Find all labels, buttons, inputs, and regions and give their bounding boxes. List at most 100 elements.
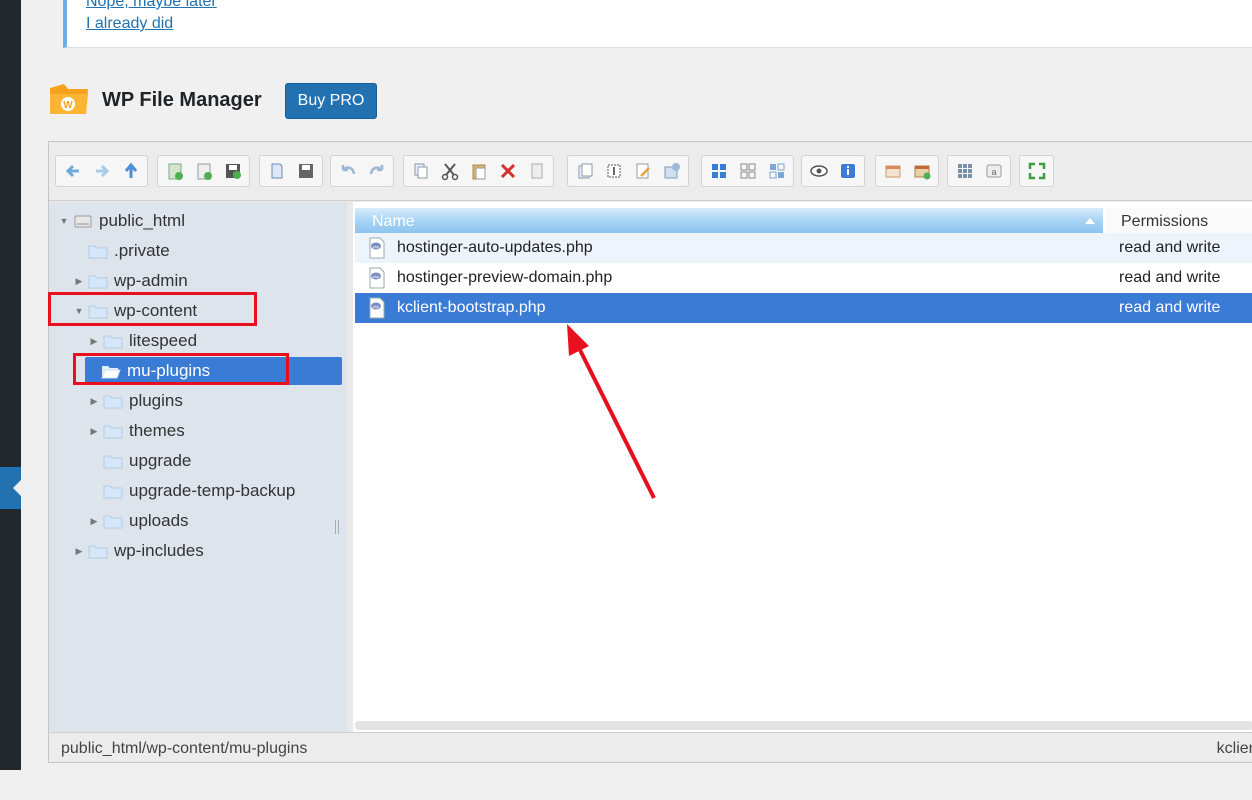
folder-icon (88, 245, 108, 259)
file-row[interactable]: php hostinger-preview-domain.php read an… (355, 263, 1252, 293)
tree-label: wp-admin (114, 271, 188, 290)
forward-icon[interactable] (87, 157, 116, 185)
select-all-icon[interactable] (950, 157, 979, 185)
info-icon[interactable] (833, 157, 862, 185)
tree-node-public-html[interactable]: ▼ public_html (57, 207, 185, 235)
file-permissions: read and write (1119, 239, 1221, 256)
file-permissions: read and write (1119, 269, 1221, 286)
archive-icon[interactable] (907, 157, 936, 185)
file-row-selected[interactable]: php kclient-bootstrap.php read and write (355, 293, 1252, 323)
tree-node-litespeed[interactable]: ▶ litespeed (87, 327, 198, 355)
toolbar-group-archive (875, 155, 939, 187)
toolbar-group-info (801, 155, 865, 187)
folder-icon (88, 545, 108, 559)
expand-arrow-icon[interactable]: ▶ (87, 336, 101, 347)
resize-handle[interactable] (335, 520, 339, 534)
toolbar-group-misc: a (947, 155, 1011, 187)
column-name-label: Name (372, 213, 415, 230)
new-file-icon[interactable] (189, 157, 218, 185)
view-details-icon[interactable] (762, 157, 791, 185)
toolbar-group-fullscreen (1019, 155, 1054, 187)
svg-text:php: php (373, 304, 380, 309)
expand-arrow-icon[interactable]: ▶ (87, 426, 101, 437)
tree-node-themes[interactable]: ▶ themes (87, 417, 185, 445)
column-header-permissions[interactable]: Permissions (1105, 208, 1252, 233)
redo-icon[interactable] (362, 157, 391, 185)
paste-icon[interactable] (464, 157, 493, 185)
folder-icon (103, 455, 123, 469)
toolbar-group-history (330, 155, 394, 187)
open-icon[interactable] (262, 157, 291, 185)
admin-menu-active-item[interactable] (0, 467, 21, 509)
new-folder-icon[interactable] (160, 157, 189, 185)
notice-later-link[interactable]: Nope, maybe later (86, 0, 217, 11)
toolbar-group-clipboard (403, 155, 554, 187)
tree-node-wp-includes[interactable]: ▶ wp-includes (72, 537, 204, 565)
annotation-highlight-mu-plugins (73, 353, 289, 385)
file-name: hostinger-preview-domain.php (397, 269, 613, 286)
view-icons-icon[interactable] (704, 157, 733, 185)
resize-icon[interactable] (657, 157, 686, 185)
help-icon[interactable]: a (979, 157, 1008, 185)
wp-file-manager-logo: W (50, 84, 88, 114)
status-bar: public_html/wp-content/mu-plugins kclien… (49, 732, 1252, 762)
sort-ascending-icon (1085, 218, 1095, 224)
collapse-arrow-icon[interactable]: ▼ (57, 216, 71, 226)
tree-node-plugins[interactable]: ▶ plugins (87, 387, 183, 415)
buy-pro-button[interactable]: Buy PRO (285, 83, 377, 119)
toolbar-group-edit (567, 155, 689, 187)
folder-icon (103, 485, 123, 499)
tree-label: themes (129, 421, 185, 440)
notice-already-did-link[interactable]: I already did (86, 15, 173, 33)
tree-node-upgrade-temp-backup[interactable]: upgrade-temp-backup (87, 477, 295, 505)
back-icon[interactable] (58, 157, 87, 185)
file-row[interactable]: php hostinger-auto-updates.php read and … (355, 233, 1252, 263)
view-list-icon[interactable] (733, 157, 762, 185)
tree-label: upgrade-temp-backup (129, 481, 296, 500)
file-name: hostinger-auto-updates.php (397, 239, 593, 256)
tree-label: litespeed (129, 331, 198, 350)
horizontal-scrollbar[interactable] (355, 721, 1252, 730)
empty-icon[interactable] (522, 157, 551, 185)
annotation-highlight-wp-content (48, 292, 257, 326)
svg-text:a: a (991, 167, 996, 177)
php-file-icon: php (369, 297, 385, 319)
expand-arrow-icon[interactable]: ▶ (87, 516, 101, 527)
toolbar: a (49, 142, 1252, 201)
folder-icon (103, 335, 123, 349)
expand-arrow-icon[interactable]: ▶ (72, 546, 86, 557)
fullscreen-icon[interactable] (1022, 157, 1051, 185)
tree-node-wp-admin[interactable]: ▶ wp-admin (72, 267, 188, 295)
toolbar-group-nav (55, 155, 148, 187)
file-permissions: read and write (1119, 299, 1221, 316)
toolbar-group-view (701, 155, 794, 187)
cut-icon[interactable] (435, 157, 464, 185)
download-icon[interactable] (291, 157, 320, 185)
toolbar-group-file (157, 155, 250, 187)
tree-node-private[interactable]: .private (72, 237, 170, 265)
rename-icon[interactable] (599, 157, 628, 185)
delete-icon[interactable] (493, 157, 522, 185)
copy-icon[interactable] (406, 157, 435, 185)
annotation-arrow (567, 324, 656, 499)
duplicate-icon[interactable] (570, 157, 599, 185)
save-icon[interactable] (218, 157, 247, 185)
tree-node-uploads[interactable]: ▶ uploads (87, 507, 189, 535)
tree-label: uploads (129, 511, 189, 530)
preview-icon[interactable] (804, 157, 833, 185)
tree-label: .private (114, 241, 170, 260)
extract-icon[interactable] (878, 157, 907, 185)
folder-icon (103, 425, 123, 439)
expand-arrow-icon[interactable]: ▶ (87, 396, 101, 407)
undo-icon[interactable] (333, 157, 362, 185)
expand-arrow-icon[interactable]: ▶ (72, 276, 86, 287)
svg-text:php: php (373, 274, 380, 279)
up-icon[interactable] (116, 157, 145, 185)
edit-icon[interactable] (628, 157, 657, 185)
tree-label: plugins (129, 391, 183, 410)
tree-node-upgrade[interactable]: upgrade (87, 447, 191, 475)
file-name: kclient-bootstrap.php (397, 299, 546, 316)
tree-label: public_html (99, 211, 185, 230)
folder-icon (88, 275, 108, 289)
column-header-name[interactable]: Name (355, 208, 1103, 233)
